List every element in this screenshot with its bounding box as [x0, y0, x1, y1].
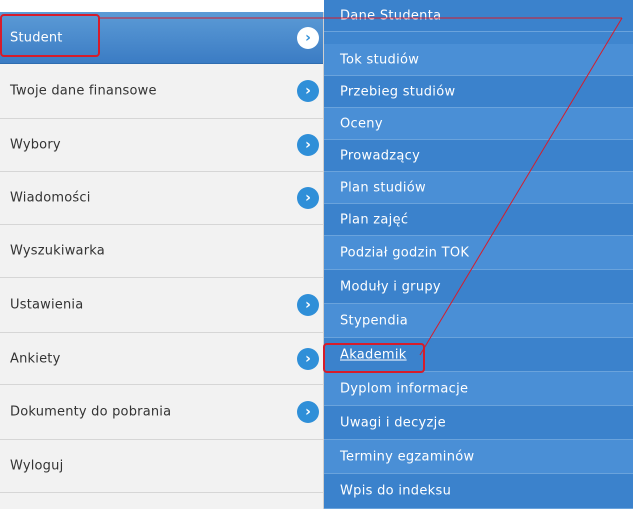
annotation-line: [419, 17, 623, 356]
annotation-overlay: [98, 17, 623, 356]
